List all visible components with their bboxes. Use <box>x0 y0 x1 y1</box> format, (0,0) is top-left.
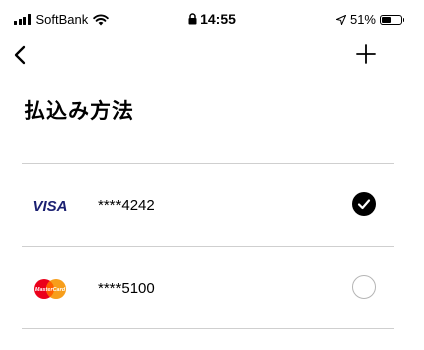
lock-icon <box>188 13 197 25</box>
card-number: ****5100 <box>98 280 155 297</box>
list-divider-bottom <box>22 328 394 329</box>
status-right: 51% <box>335 12 404 27</box>
battery-percent: 51% <box>349 12 376 27</box>
selected-checkmark[interactable] <box>352 192 376 216</box>
battery-fill <box>382 16 392 23</box>
battery-icon <box>380 14 404 25</box>
unselected-radio[interactable] <box>352 275 376 299</box>
location-arrow-icon <box>335 14 346 25</box>
card-number: ****4242 <box>98 197 155 214</box>
clock: 14:55 <box>200 11 236 27</box>
page-title: 払込み方法 <box>24 100 134 123</box>
checkmark-icon <box>357 199 371 210</box>
visa-logo-icon: VISA <box>32 198 67 215</box>
status-bar: SoftBank 14:55 51% <box>0 0 424 40</box>
mastercard-logo-text: MasterCard <box>35 287 66 293</box>
payment-method-mastercard[interactable]: MasterCard ****5100 <box>22 247 394 329</box>
payment-method-visa[interactable]: VISA ****4242 <box>22 164 394 246</box>
visa-logo-text: VISA <box>32 198 67 215</box>
plus-icon[interactable] <box>354 42 378 66</box>
mastercard-logo-icon: MasterCard <box>34 279 66 299</box>
chevron-left-icon[interactable] <box>12 42 34 68</box>
